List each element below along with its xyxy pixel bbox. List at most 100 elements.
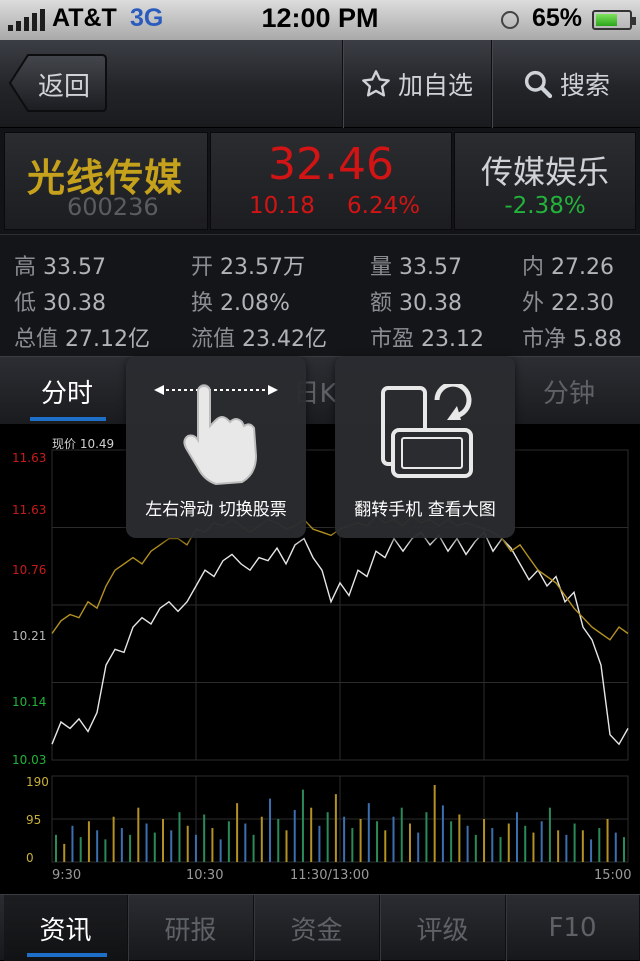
stat-item: 外 22.30: [522, 285, 614, 317]
back-button[interactable]: 返回: [8, 53, 108, 113]
sector-change: -2.38%: [504, 193, 586, 219]
search-icon: [524, 70, 553, 99]
stock-price-panel: 32.46 10.18 6.24%: [210, 132, 452, 230]
stat-key: 换: [191, 291, 214, 316]
stat-key: 内: [522, 255, 545, 280]
tab-minute-label: 分钟: [542, 378, 595, 409]
status-bar: AT&T 3G 12:00 PM 65%: [0, 0, 640, 40]
y-tick-label: 11.63: [12, 503, 46, 517]
tab-intraday[interactable]: 分时: [4, 357, 130, 425]
x-tick-label: 15:00: [594, 868, 631, 883]
rotate-hint-text: 翻转手机 查看大图: [354, 500, 496, 520]
y-tick-label: 10.76: [12, 563, 46, 577]
sector-panel[interactable]: 传媒娱乐 -2.38%: [454, 132, 636, 230]
tab-research-label: 研报: [164, 915, 217, 946]
stat-key: 额: [370, 291, 393, 316]
stat-key: 量: [370, 255, 393, 280]
sector-name: 传媒娱乐: [480, 153, 609, 191]
stat-value: 33.57: [399, 255, 462, 280]
battery-percent: 65%: [532, 4, 583, 32]
y-tick-label: 10.14: [12, 695, 46, 709]
tab-minute[interactable]: 分钟: [506, 357, 632, 425]
stat-key: 外: [522, 291, 545, 316]
search-label: 搜索: [559, 71, 610, 100]
stat-item: 流值 23.42亿: [191, 321, 327, 353]
stat-value: 30.38: [399, 291, 462, 316]
stock-header: 光线传媒 600236 32.46 10.18 6.24% 传媒娱乐 -2.38…: [0, 128, 640, 234]
stat-value: 23.57万: [220, 255, 305, 280]
stock-name-panel: 光线传媒 600236: [4, 132, 208, 230]
active-tab-underline: [30, 417, 106, 421]
active-bottom-tab-underline: [27, 953, 107, 957]
y-tick-label: 10.21: [12, 629, 46, 643]
stat-item: 内 27.26: [522, 249, 614, 281]
tab-rating-label: 评级: [416, 915, 469, 946]
tab-intraday-label: 分时: [40, 378, 93, 409]
x-tick-label: 9:30: [52, 868, 81, 883]
tab-research[interactable]: 研报: [128, 895, 254, 961]
tab-capital[interactable]: 资金: [254, 895, 380, 961]
tab-capital-label: 资金: [290, 915, 343, 946]
y-tick-label: 11.63: [12, 451, 46, 465]
bottom-tab-bar: 资讯 研报 资金 评级 F10: [0, 894, 640, 961]
y-tick-label: 10.03: [12, 753, 46, 767]
clock-icon: [501, 11, 519, 29]
volume-tick-label: 190: [26, 775, 49, 789]
rotate-hint-card: 翻转手机 查看大图: [335, 356, 515, 538]
stat-value: 23.42亿: [242, 327, 327, 352]
stat-key: 高: [14, 255, 37, 280]
stat-key: 低: [14, 291, 37, 316]
swipe-gesture-icon: [154, 384, 278, 486]
stat-item: 高 33.57: [14, 249, 106, 281]
stock-stats: 高 33.57 开 23.57万 量 33.57 内 27.26 低 30.38 换 2.…: [0, 234, 640, 356]
navigation-bar: 返回 加自选 搜索: [0, 40, 640, 128]
stat-item: 换 2.08%: [191, 285, 290, 317]
tab-f10[interactable]: F10: [506, 895, 640, 961]
stat-key: 市盈: [370, 327, 415, 352]
intraday-chart-svg: 11.63 11.63 10.76 10.21 10.14 10.03 现价 10.49 19…: [12, 437, 631, 883]
stat-item: 市盈 23.12: [370, 321, 484, 353]
tab-rating[interactable]: 评级: [380, 895, 506, 961]
stat-item: 市净 5.88: [522, 321, 622, 353]
stat-key: 市净: [522, 327, 567, 352]
tab-news[interactable]: 资讯: [4, 895, 128, 961]
tab-f10-label: F10: [548, 913, 597, 943]
volume-tick-label: 95: [26, 813, 41, 827]
stat-value: 33.57: [43, 255, 106, 280]
stat-value: 30.38: [43, 291, 106, 316]
stat-value: 27.26: [551, 255, 614, 280]
stat-key: 流值: [191, 327, 236, 352]
chart-tabs: 分时 日K 分钟: [0, 356, 640, 424]
x-tick-label: 11:30/13:00: [290, 868, 369, 883]
stat-value: 22.30: [551, 291, 614, 316]
stat-value: 23.12: [421, 327, 484, 352]
stat-key: 总值: [14, 327, 59, 352]
stat-key: 开: [191, 255, 214, 280]
stat-value: 27.12亿: [65, 327, 150, 352]
volume-tick-label: 0: [26, 851, 34, 865]
current-price-label: 现价 10.49: [52, 437, 114, 451]
x-tick-label: 10:30: [186, 868, 223, 883]
watchlist-label: 加自选: [397, 71, 473, 100]
back-label: 返回: [38, 72, 91, 102]
swipe-hint-card: 左右滑动 切换股票: [126, 356, 306, 538]
stat-item: 总值 27.12亿: [14, 321, 150, 353]
stat-item: 开 23.57万: [191, 249, 305, 281]
price-change: 10.18: [249, 193, 315, 219]
stat-value: 2.08%: [220, 291, 290, 316]
price-change-percent: 6.24%: [347, 193, 421, 219]
stat-item: 低 30.38: [14, 285, 106, 317]
intraday-chart[interactable]: 11.63 11.63 10.76 10.21 10.14 10.03 现价 10.49 19…: [0, 424, 640, 894]
stat-item: 额 30.38: [370, 285, 462, 317]
star-icon: [362, 70, 390, 97]
search-button[interactable]: 搜索: [491, 40, 640, 128]
stock-code: 600236: [67, 193, 159, 221]
stock-price: 32.46: [268, 139, 394, 190]
battery-icon: [592, 10, 636, 30]
stat-item: 量 33.57: [370, 249, 462, 281]
tab-news-label: 资讯: [39, 915, 92, 946]
rotate-phone-icon: [381, 384, 473, 478]
swipe-hint-text: 左右滑动 切换股票: [145, 500, 287, 520]
stat-value: 5.88: [573, 327, 622, 352]
add-to-watchlist-button[interactable]: 加自选: [342, 40, 490, 128]
